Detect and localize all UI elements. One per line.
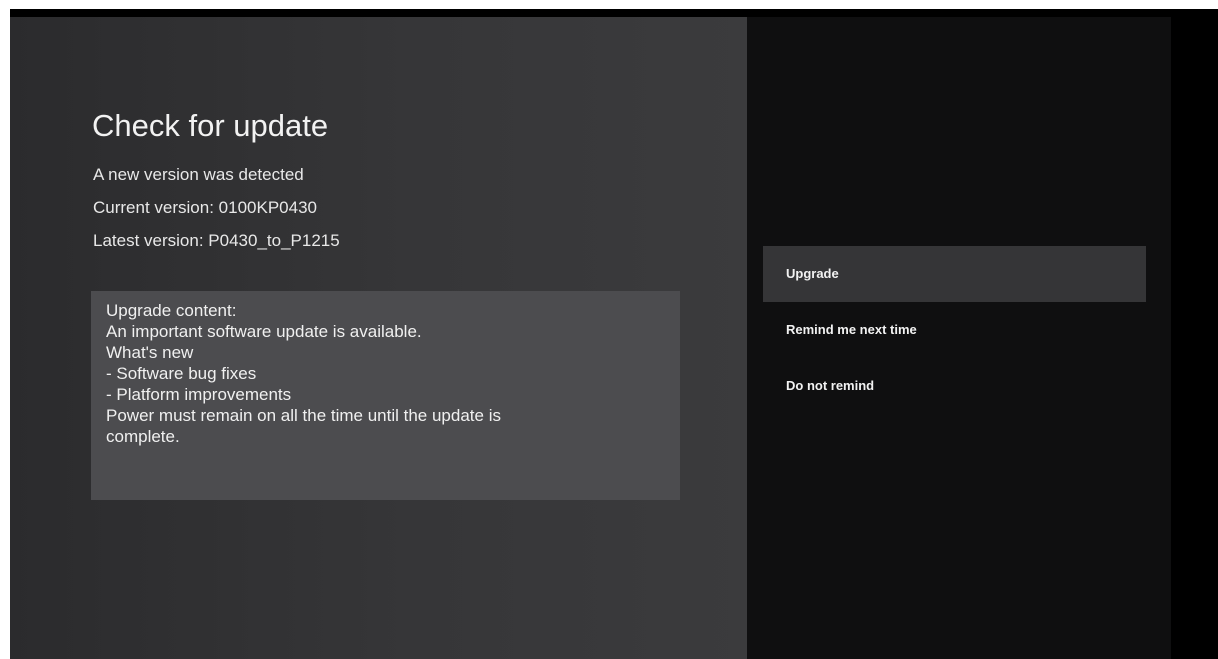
current-version-text: Current version: 0100KP0430 (93, 198, 317, 217)
content-line: complete. (106, 427, 180, 446)
content-line: An important software update is availabl… (106, 322, 422, 341)
content-line: Upgrade content: (106, 301, 237, 320)
remind-next-time-label: Remind me next time (786, 322, 917, 337)
update-info-panel: Check for update A new version was detec… (10, 17, 747, 659)
latest-version-text: Latest version: P0430_to_P1215 (93, 231, 340, 250)
do-not-remind-button[interactable]: Do not remind (763, 358, 1146, 414)
upgrade-button-label: Upgrade (786, 266, 839, 281)
content-line: Power must remain on all the time until … (106, 406, 501, 425)
do-not-remind-label: Do not remind (786, 378, 875, 393)
content-line: - Software bug fixes (106, 364, 257, 383)
content-line: - Platform improvements (106, 385, 292, 404)
remind-next-time-button[interactable]: Remind me next time (763, 302, 1146, 358)
upgrade-button[interactable]: Upgrade (763, 246, 1146, 302)
screen-edge (1171, 9, 1218, 659)
content-line: What's new (106, 343, 194, 362)
action-menu: Upgrade Remind me next time Do not remin… (763, 246, 1146, 414)
update-status-text: A new version was detected (93, 165, 304, 184)
upgrade-content-box: Upgrade content: An important software u… (91, 291, 680, 500)
page-title: Check for update (92, 108, 329, 143)
